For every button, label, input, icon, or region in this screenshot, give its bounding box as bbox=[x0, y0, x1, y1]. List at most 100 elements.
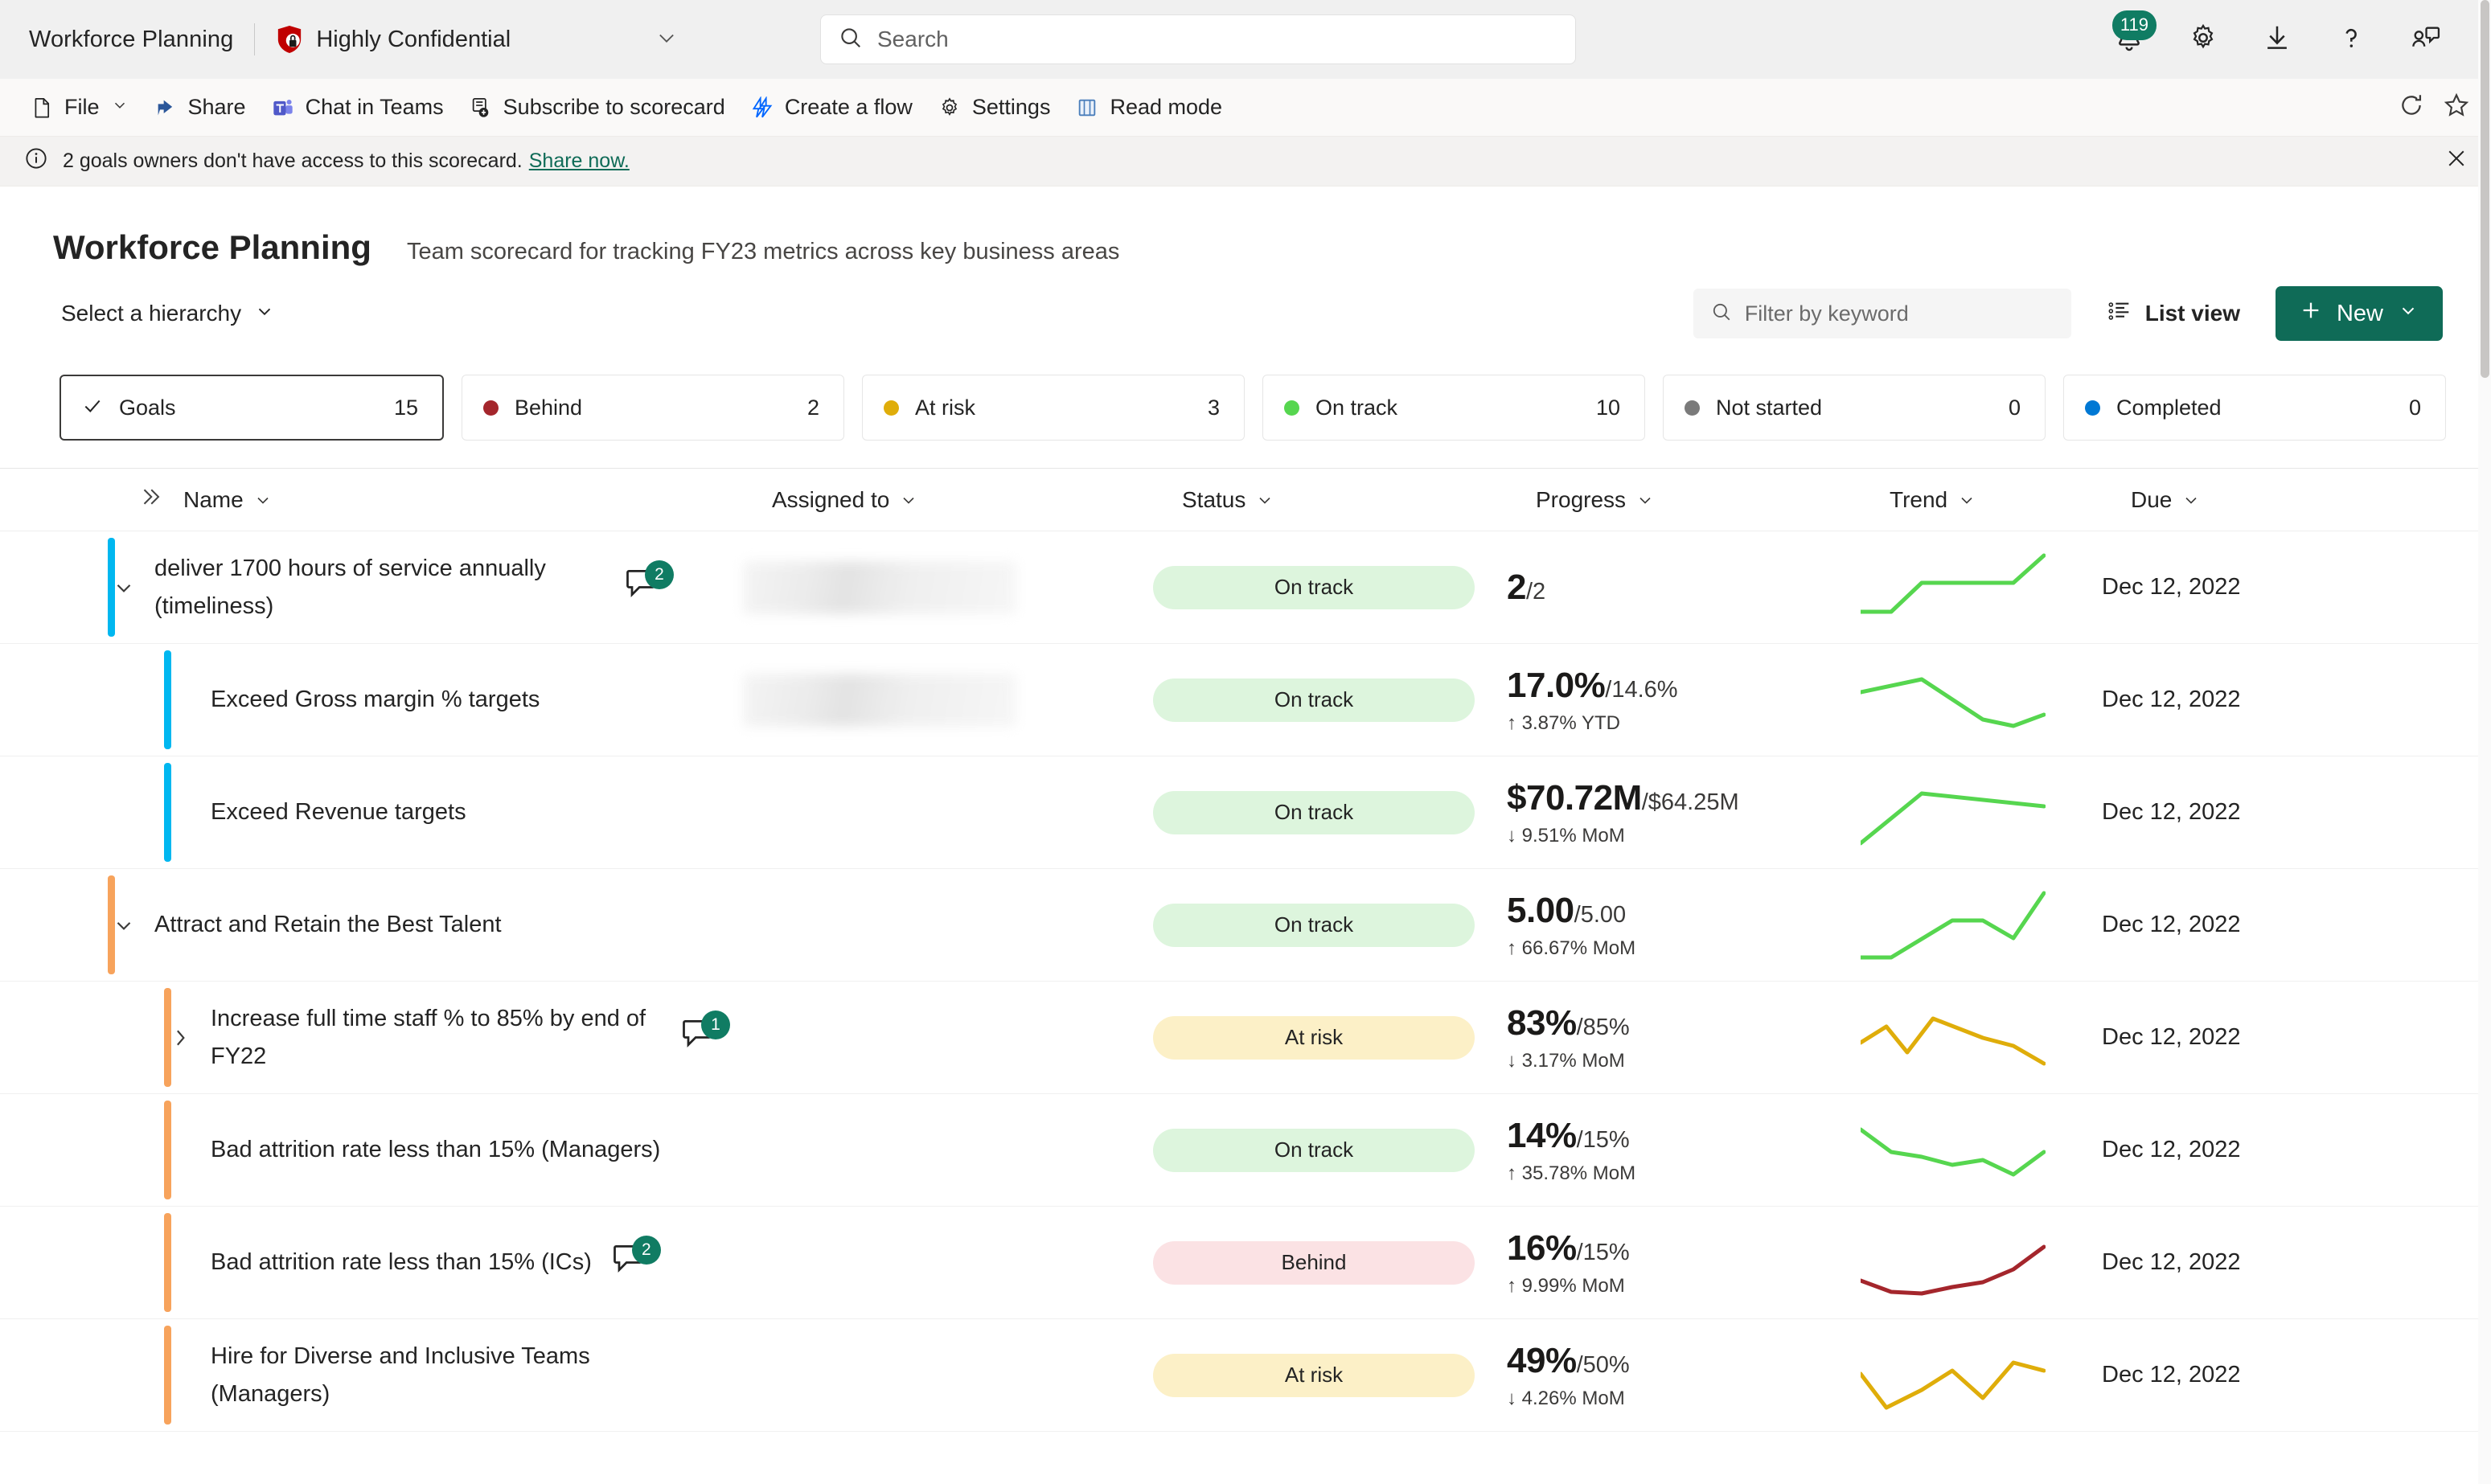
row-expand-chevron-down-icon[interactable] bbox=[108, 576, 140, 600]
status-badge[interactable]: On track bbox=[1153, 1128, 1475, 1172]
list-view-icon bbox=[2107, 298, 2132, 330]
sensitivity-label-button[interactable]: Highly Confidential bbox=[276, 24, 511, 55]
command-share[interactable]: Share bbox=[142, 87, 259, 128]
column-header-status[interactable]: Status bbox=[1182, 487, 1536, 513]
status-pill-behind[interactable]: Behind 2 bbox=[462, 375, 844, 441]
goal-name[interactable]: deliver 1700 hours of service annually (… bbox=[154, 550, 605, 625]
status-badge[interactable]: Behind bbox=[1153, 1240, 1475, 1285]
share-now-link[interactable]: Share now. bbox=[529, 150, 630, 173]
scrollbar-thumb[interactable] bbox=[2481, 0, 2489, 378]
filter-input[interactable] bbox=[1744, 301, 2054, 326]
column-label: Trend bbox=[1890, 486, 1948, 512]
comment-badge[interactable]: 1 bbox=[679, 1010, 730, 1060]
global-search-box[interactable] bbox=[820, 14, 1576, 64]
search-input[interactable] bbox=[877, 27, 1557, 52]
goal-name[interactable]: Hire for Diverse and Inclusive Teams (Ma… bbox=[211, 1338, 661, 1412]
table-row[interactable]: Attract and Retain the Best Talent On tra… bbox=[0, 869, 2491, 982]
hierarchy-selector[interactable]: Select a hierarchy bbox=[61, 301, 275, 327]
list-view-button[interactable]: List view bbox=[2095, 292, 2251, 336]
goal-name[interactable]: Exceed Revenue targets bbox=[211, 793, 466, 830]
progress-target: /14.6% bbox=[1605, 676, 1678, 703]
message-bar: 2 goals owners don't have access to this… bbox=[0, 137, 2491, 187]
settings-button[interactable] bbox=[2166, 2, 2240, 76]
filter-box[interactable] bbox=[1693, 289, 2071, 338]
status-pill-at-risk[interactable]: At risk 3 bbox=[862, 375, 1245, 441]
favorite-star-icon[interactable] bbox=[2443, 92, 2470, 123]
assigned-to-avatar[interactable] bbox=[743, 560, 1016, 614]
column-header-assigned-to[interactable]: Assigned to bbox=[772, 487, 1182, 513]
goal-name[interactable]: Exceed Gross margin % targets bbox=[211, 681, 540, 718]
cell-assigned-to bbox=[743, 531, 1153, 643]
status-badge[interactable]: At risk bbox=[1153, 1353, 1475, 1397]
column-header-name[interactable]: Name bbox=[137, 487, 772, 513]
status-badge[interactable]: On track bbox=[1153, 565, 1475, 609]
goal-name[interactable]: Attract and Retain the Best Talent bbox=[154, 906, 502, 943]
command-create-a-flow[interactable]: Create a flow bbox=[738, 87, 925, 128]
goal-name[interactable]: Bad attrition rate less than 15% (Manage… bbox=[211, 1131, 660, 1168]
table-row[interactable]: Exceed Gross margin % targets On track 17.… bbox=[0, 644, 2491, 756]
notification-badge: 119 bbox=[2111, 10, 2157, 40]
toolbar-right: List view New bbox=[1693, 286, 2443, 341]
assigned-to-avatar[interactable] bbox=[743, 673, 1016, 727]
new-button[interactable]: New bbox=[2275, 286, 2443, 341]
refresh-icon[interactable] bbox=[2398, 92, 2425, 123]
status-pill-on-track[interactable]: On track 10 bbox=[1262, 375, 1645, 441]
table-row[interactable]: Bad attrition rate less than 15% (Manage… bbox=[0, 1094, 2491, 1207]
status-pill-count: 2 bbox=[806, 395, 819, 420]
status-pill-goals[interactable]: Goals 15 bbox=[60, 375, 444, 441]
row-expand-chevron-right-icon[interactable] bbox=[164, 1026, 196, 1050]
info-icon bbox=[24, 146, 48, 176]
command-chat-in-teams-label: Chat in Teams bbox=[305, 95, 444, 119]
status-badge[interactable]: On track bbox=[1153, 790, 1475, 834]
column-label: Status bbox=[1182, 486, 1246, 512]
row-expand-chevron-down-icon[interactable] bbox=[108, 913, 140, 937]
table-row[interactable]: deliver 1700 hours of service annually (… bbox=[0, 531, 2491, 644]
cell-due: Dec 12, 2022 bbox=[2102, 756, 2343, 868]
status-badge[interactable]: At risk bbox=[1153, 1015, 1475, 1060]
table-row[interactable]: Increase full time staff % to 85% by end… bbox=[0, 982, 2491, 1094]
cell-progress: 2/2 bbox=[1507, 531, 1861, 643]
cell-name: Exceed Revenue targets bbox=[164, 756, 743, 868]
toolbar-row: Select a hierarchy List view bbox=[0, 267, 2491, 341]
status-pill-label: Not started bbox=[1716, 395, 1823, 420]
status-pill-not-started[interactable]: Not started 0 bbox=[1663, 375, 2046, 441]
trend-sparkline bbox=[1861, 791, 2046, 845]
progress-current: 5.00 bbox=[1507, 890, 1574, 930]
trend-sparkline bbox=[1861, 553, 2046, 613]
cell-assigned-to bbox=[743, 982, 1153, 1093]
notifications-button[interactable]: 119 bbox=[2092, 2, 2166, 76]
column-label: Assigned to bbox=[772, 486, 890, 512]
status-badge[interactable]: On track bbox=[1153, 678, 1475, 722]
close-icon[interactable] bbox=[2444, 146, 2468, 176]
chevron-down-icon bbox=[254, 301, 275, 327]
app-name[interactable]: Workforce Planning bbox=[29, 27, 233, 53]
goal-name[interactable]: Bad attrition rate less than 15% (ICs) bbox=[211, 1244, 592, 1281]
command-chat-in-teams[interactable]: Chat in Teams bbox=[259, 87, 457, 128]
status-badge[interactable]: On track bbox=[1153, 903, 1475, 947]
chevron-down-icon[interactable] bbox=[655, 27, 678, 53]
cell-assigned-to bbox=[743, 1319, 1153, 1431]
feedback-button[interactable] bbox=[2388, 2, 2462, 76]
column-header-trend[interactable]: Trend bbox=[1890, 487, 2131, 513]
comment-badge[interactable]: 2 bbox=[622, 560, 674, 610]
cell-progress: 83%/85% ↓ 3.17% MoM bbox=[1507, 982, 1861, 1093]
page-title: Workforce Planning bbox=[53, 228, 371, 266]
command-subscribe-to-scorecard[interactable]: Subscribe to scorecard bbox=[457, 87, 738, 128]
status-pill-completed[interactable]: Completed 0 bbox=[2063, 375, 2446, 441]
help-button[interactable] bbox=[2314, 2, 2388, 76]
double-chevron-right-icon[interactable] bbox=[138, 485, 162, 515]
comment-badge[interactable]: 2 bbox=[609, 1235, 661, 1285]
table-row[interactable]: Bad attrition rate less than 15% (ICs) 2 B… bbox=[0, 1207, 2491, 1319]
column-header-progress[interactable]: Progress bbox=[1536, 487, 1890, 513]
goal-name[interactable]: Increase full time staff % to 85% by end… bbox=[211, 1000, 661, 1075]
cell-name: Exceed Gross margin % targets bbox=[164, 644, 743, 756]
table-row[interactable]: Exceed Revenue targets On track $70.72M/$6… bbox=[0, 756, 2491, 869]
vertical-scrollbar[interactable] bbox=[2478, 0, 2491, 1484]
download-button[interactable] bbox=[2240, 2, 2314, 76]
progress-delta: ↓ 3.17% MoM bbox=[1507, 1049, 1625, 1072]
command-read-mode[interactable]: Read mode bbox=[1063, 87, 1235, 128]
table-row[interactable]: Hire for Diverse and Inclusive Teams (Ma… bbox=[0, 1319, 2491, 1432]
column-header-due[interactable]: Due bbox=[2131, 487, 2372, 513]
command-settings[interactable]: Settings bbox=[925, 87, 1064, 128]
command-file[interactable]: File bbox=[18, 87, 142, 128]
